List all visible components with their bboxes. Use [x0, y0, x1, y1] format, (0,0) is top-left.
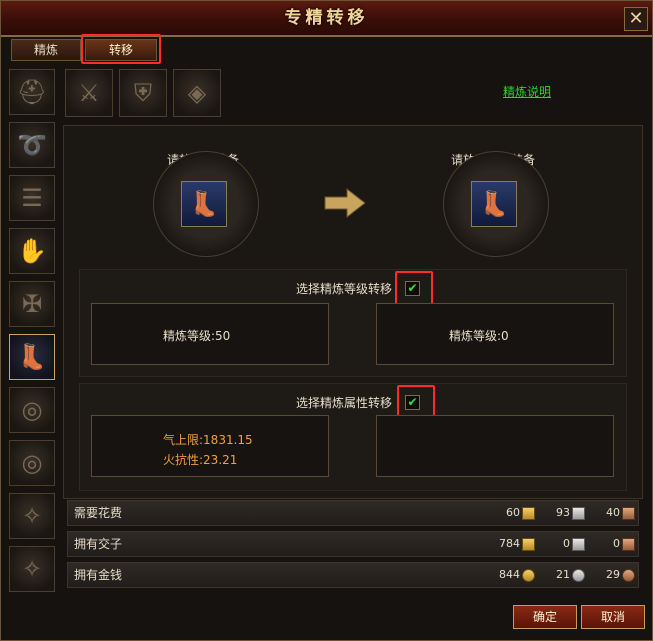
necklace-icon[interactable]: ◈ — [173, 69, 221, 117]
tab-highlight — [81, 34, 161, 64]
target-boots-icon[interactable]: 👢 — [471, 181, 517, 227]
source-level-text: 精炼等级:50 — [163, 329, 231, 343]
money-row-label: 拥有金钱 — [74, 568, 123, 582]
sidebar-helmet-icon[interactable]: ⛑ — [9, 69, 55, 115]
weapon-icon[interactable]: ⚔ — [65, 69, 113, 117]
sidebar-gloves-icon[interactable]: ✋ — [9, 228, 55, 274]
money-row: 拥有金钱 844 21 29 — [67, 562, 639, 588]
source-attr-qi: 气上限:1831.15 — [163, 433, 253, 447]
level-checkbox-highlight — [395, 271, 433, 305]
money-silver-value: 21 — [556, 568, 570, 581]
jiaozi-gold-value: 784 — [499, 537, 520, 550]
sidebar-bracer-icon[interactable]: ☰ — [9, 175, 55, 221]
sidebar-talisman-icon[interactable]: ✧ — [9, 493, 55, 539]
attr-transfer-label: 选择精炼属性转移 — [296, 396, 393, 410]
cost-bronze-value: 40 — [606, 506, 620, 519]
arrow-right-icon — [324, 187, 366, 219]
confirm-button[interactable]: 确定 — [513, 605, 577, 629]
refine-help-link[interactable]: 精炼说明 — [503, 83, 551, 100]
attr-checkbox-highlight — [397, 385, 435, 417]
close-icon[interactable]: ✕ — [624, 7, 648, 31]
jiaozi-row-label: 拥有交子 — [74, 537, 123, 551]
sidebar-ring2-icon[interactable]: ◎ — [9, 440, 55, 486]
sidebar-belt-icon[interactable]: ➰ — [9, 122, 55, 168]
level-transfer-label: 选择精炼等级转移 — [296, 282, 393, 296]
sidebar-ring-icon[interactable]: ◎ — [9, 387, 55, 433]
armor-icon[interactable]: ⛨ — [119, 69, 167, 117]
sidebar-boots-icon[interactable]: 👢 — [9, 334, 55, 380]
cancel-button[interactable]: 取消 — [581, 605, 645, 629]
bronze-coin-icon — [622, 569, 635, 582]
cost-silver-value: 93 — [556, 506, 570, 519]
source-boots-icon[interactable]: 👢 — [181, 181, 227, 227]
jiaozi-silver-value: 0 — [563, 537, 570, 550]
transfer-window: 专精转移 ✕ 精炼 转移 ⛑ ➰ ☰ ✋ ✠ 👢 ◎ ◎ ✧ ✧ ⚔ ⛨ ◈ 精… — [0, 0, 653, 641]
target-attr-box — [376, 415, 614, 477]
money-bronze-value: 29 — [606, 568, 620, 581]
jiaozi-bronze-value: 0 — [613, 537, 620, 550]
tab-refine[interactable]: 精炼 — [11, 39, 81, 61]
target-level-text: 精炼等级:0 — [449, 329, 509, 343]
source-attr-fire-resist: 火抗性:23.21 — [163, 453, 238, 467]
jiaozi-row: 拥有交子 784 0 0 — [67, 531, 639, 557]
bronze-ingot-icon — [622, 538, 635, 551]
bronze-ingot-icon — [622, 507, 635, 520]
cost-row: 需要花费 60 93 40 — [67, 500, 639, 526]
cost-gold-value: 60 — [506, 506, 520, 519]
cost-row-label: 需要花费 — [74, 506, 123, 520]
sidebar-talisman2-icon[interactable]: ✧ — [9, 546, 55, 592]
window-title: 专精转移 — [284, 8, 369, 28]
sidebar-shoulder-icon[interactable]: ✠ — [9, 281, 55, 327]
money-gold-value: 844 — [499, 568, 520, 581]
title-bar[interactable]: 专精转移 ✕ — [1, 1, 652, 37]
